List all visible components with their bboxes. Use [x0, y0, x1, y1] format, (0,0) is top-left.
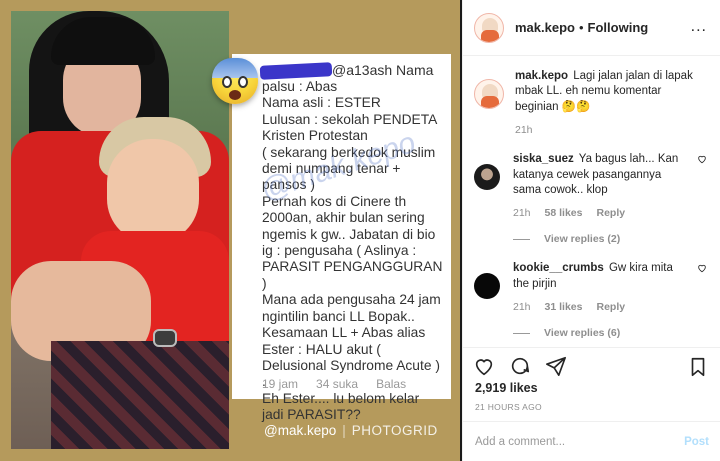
comment-username: @a13ash: [332, 62, 393, 78]
comment-reply: Balas: [376, 377, 407, 391]
comment-handle-suffix: Nama: [396, 62, 434, 78]
bookmark-icon[interactable]: [687, 356, 709, 383]
shocked-face-icon: [212, 58, 258, 104]
comments-list[interactable]: mak.kepo Lagi jalan jalan di lapak mbak …: [463, 57, 720, 347]
post-header: mak.kepo • Following ...: [463, 0, 720, 56]
more-icon[interactable]: ...: [691, 18, 707, 36]
commenter-username[interactable]: kookie__crumbs: [513, 262, 604, 274]
comment-likes: 34 suka: [316, 377, 359, 391]
commenter-avatar[interactable]: [474, 273, 500, 300]
post-button[interactable]: Post: [684, 436, 709, 448]
caption: mak.kepo Lagi jalan jalan di lapak mbak …: [474, 69, 707, 136]
avatar[interactable]: [474, 12, 504, 43]
comment-heart-icon[interactable]: [697, 263, 707, 273]
add-comment-bar: Post: [463, 421, 720, 461]
caption-time: 21h: [515, 124, 533, 137]
photogrid-frame: @a13ash Nama palsu : Abas Nama asli : ES…: [0, 0, 460, 461]
photo-credit: @mak.kepo | PHOTOGRID: [264, 423, 438, 438]
post-media[interactable]: @a13ash Nama palsu : Abas Nama asli : ES…: [0, 0, 462, 461]
view-replies-button[interactable]: View replies (6): [513, 327, 707, 339]
comment-heart-icon[interactable]: [697, 154, 707, 164]
view-replies-button[interactable]: View replies (2): [513, 233, 707, 245]
comment-likes[interactable]: 58 likes: [545, 207, 583, 219]
comment-time: 21h: [513, 207, 531, 220]
commenter-username[interactable]: siska_suez: [513, 153, 574, 165]
likes-count[interactable]: 2,919 likes: [475, 381, 538, 395]
post-age: 21 HOURS AGO: [475, 402, 542, 412]
post-side-panel: mak.kepo • Following ... mak.kepo Lagi j…: [462, 0, 720, 461]
comment-likes[interactable]: 31 likes: [545, 301, 583, 313]
comment-item: siska_suez Ya bagus lah... Kan katanya c…: [474, 152, 707, 219]
credit-app: PHOTOGRID: [351, 423, 438, 438]
credit-handle: @mak.kepo: [264, 423, 337, 438]
reply-button[interactable]: Reply: [596, 207, 625, 219]
comment-body: palsu : Abas Nama asli : ESTER Lulusan :…: [262, 79, 443, 423]
comment-time: 19 jam: [262, 377, 299, 391]
add-comment-input[interactable]: [475, 435, 685, 448]
commenter-avatar[interactable]: [474, 164, 500, 191]
reply-button[interactable]: Reply: [596, 301, 625, 313]
caption-avatar[interactable]: [474, 79, 504, 109]
watch: [153, 329, 177, 347]
screenshot-comment-card: @a13ash Nama palsu : Abas Nama asli : ES…: [212, 54, 451, 422]
share-icon[interactable]: [545, 355, 567, 387]
comment-time: 21h: [513, 301, 531, 314]
header-dot: •: [578, 20, 584, 35]
couple-photo: [11, 11, 229, 449]
redaction-scribble: [259, 62, 333, 80]
comment-item: kookie__crumbs Gw kira mita the pirjin 2…: [474, 261, 707, 313]
caption-username[interactable]: mak.kepo: [515, 70, 568, 82]
header-username[interactable]: mak.kepo: [515, 20, 575, 35]
following-button[interactable]: Following: [588, 20, 649, 35]
